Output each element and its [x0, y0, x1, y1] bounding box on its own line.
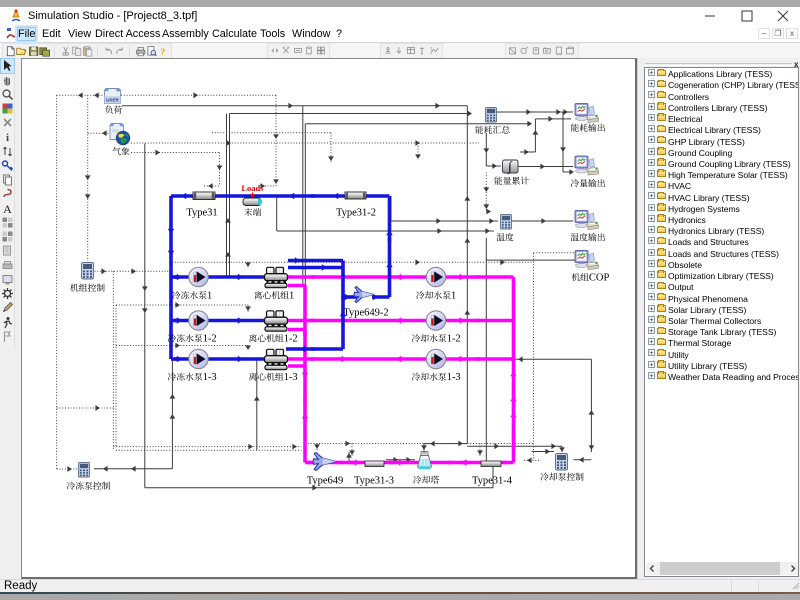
svg-text:Type31-3: Type31-3: [354, 476, 394, 487]
svg-text:Loads: Loads: [241, 183, 264, 193]
svg-text:1-3: 1-3: [447, 372, 461, 383]
svg-text:1-3: 1-3: [284, 372, 298, 383]
svg-text:Type31-4: Type31-4: [472, 476, 513, 487]
svg-text:1-2: 1-2: [203, 334, 217, 345]
svg-text:1-2: 1-2: [447, 334, 461, 345]
svg-text:Type649-2: Type649-2: [343, 308, 388, 319]
svg-text:A: A: [3, 202, 12, 215]
svg-text:Type31-2: Type31-2: [336, 208, 376, 219]
svg-text:1: 1: [451, 291, 456, 302]
svg-text:1: 1: [207, 291, 212, 302]
svg-text:Type31: Type31: [186, 208, 217, 219]
svg-text:i: i: [6, 132, 9, 143]
svg-text:?: ?: [161, 47, 166, 57]
svg-text:1-2: 1-2: [284, 334, 298, 345]
svg-text:COP: COP: [589, 273, 610, 284]
svg-text:1-3: 1-3: [203, 372, 217, 383]
svg-text:1: 1: [289, 291, 294, 302]
svg-text:Type649: Type649: [307, 476, 344, 487]
